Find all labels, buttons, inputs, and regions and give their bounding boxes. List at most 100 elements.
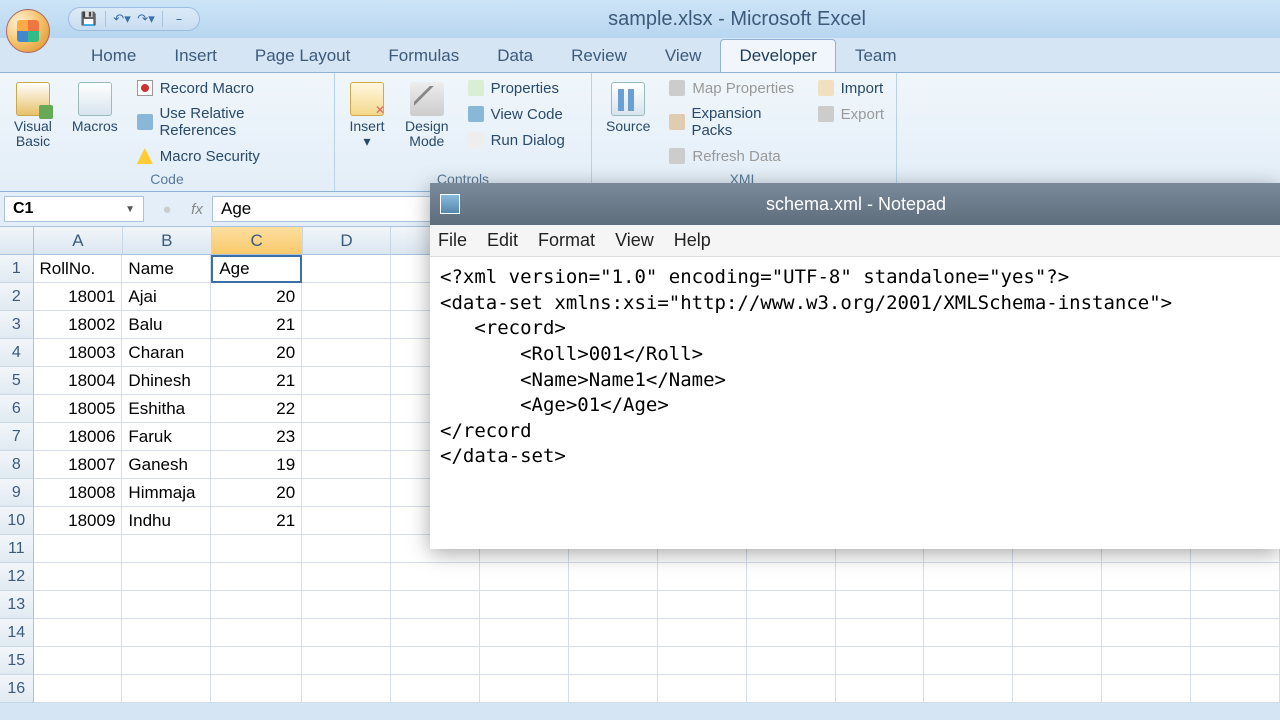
cell[interactable]: 18001 bbox=[34, 283, 123, 311]
cell[interactable] bbox=[747, 619, 836, 647]
use-relative-references-button[interactable]: Use Relative References bbox=[132, 103, 326, 141]
column-header[interactable]: B bbox=[123, 227, 212, 255]
cell[interactable] bbox=[302, 619, 391, 647]
name-box[interactable]: C1 ▼ bbox=[4, 196, 144, 222]
source-button[interactable]: Source bbox=[600, 77, 656, 167]
cell[interactable]: Charan bbox=[122, 339, 211, 367]
cell[interactable] bbox=[211, 535, 302, 563]
cell[interactable] bbox=[747, 647, 836, 675]
notepad-menu-format[interactable]: Format bbox=[538, 230, 595, 251]
cell[interactable] bbox=[836, 563, 925, 591]
cell[interactable] bbox=[924, 675, 1013, 703]
cell[interactable] bbox=[1102, 563, 1191, 591]
notepad-content[interactable]: <?xml version="1.0" encoding="UTF-8" sta… bbox=[430, 257, 1280, 478]
cell[interactable]: 18005 bbox=[34, 395, 123, 423]
cell[interactable] bbox=[924, 619, 1013, 647]
row-header[interactable]: 9 bbox=[0, 479, 34, 507]
cell[interactable] bbox=[122, 535, 211, 563]
cell[interactable] bbox=[569, 675, 658, 703]
cell[interactable] bbox=[1102, 591, 1191, 619]
cell[interactable] bbox=[391, 675, 480, 703]
cell[interactable] bbox=[747, 591, 836, 619]
cell[interactable] bbox=[1013, 591, 1102, 619]
cell[interactable]: Balu bbox=[122, 311, 211, 339]
cell[interactable] bbox=[211, 619, 302, 647]
cell[interactable] bbox=[1191, 563, 1280, 591]
cell[interactable]: Indhu bbox=[122, 507, 211, 535]
cell[interactable]: 23 bbox=[211, 423, 302, 451]
cell[interactable] bbox=[302, 339, 391, 367]
name-box-dropdown-icon[interactable]: ▼ bbox=[125, 204, 135, 215]
import-button[interactable]: Import bbox=[813, 77, 888, 99]
row-header[interactable]: 2 bbox=[0, 283, 34, 311]
cell[interactable]: 18003 bbox=[34, 339, 123, 367]
cell[interactable] bbox=[122, 563, 211, 591]
tab-developer[interactable]: Developer bbox=[720, 39, 836, 72]
office-button[interactable] bbox=[6, 9, 50, 53]
cell[interactable] bbox=[302, 535, 391, 563]
notepad-menu-view[interactable]: View bbox=[615, 230, 654, 251]
cell[interactable] bbox=[924, 591, 1013, 619]
cell[interactable] bbox=[480, 591, 569, 619]
row-header[interactable]: 8 bbox=[0, 451, 34, 479]
cell[interactable] bbox=[658, 591, 747, 619]
cell[interactable] bbox=[569, 647, 658, 675]
tab-home[interactable]: Home bbox=[72, 39, 155, 72]
cell[interactable]: Age bbox=[211, 255, 302, 283]
export-button[interactable]: Export bbox=[813, 103, 888, 125]
cell[interactable] bbox=[122, 675, 211, 703]
select-all-corner[interactable] bbox=[0, 227, 34, 255]
row-header[interactable]: 6 bbox=[0, 395, 34, 423]
cell[interactable] bbox=[302, 255, 391, 283]
row-header[interactable]: 5 bbox=[0, 367, 34, 395]
cell[interactable] bbox=[302, 647, 391, 675]
column-header[interactable]: A bbox=[34, 227, 123, 255]
cell[interactable] bbox=[302, 675, 391, 703]
cell[interactable] bbox=[1013, 619, 1102, 647]
cell[interactable]: 18009 bbox=[34, 507, 123, 535]
row-header[interactable]: 7 bbox=[0, 423, 34, 451]
fx-icon[interactable]: fx bbox=[182, 201, 212, 218]
cell[interactable] bbox=[1102, 675, 1191, 703]
cell[interactable] bbox=[302, 283, 391, 311]
cell[interactable] bbox=[658, 563, 747, 591]
cell[interactable] bbox=[211, 647, 302, 675]
cell[interactable] bbox=[569, 591, 658, 619]
cell[interactable] bbox=[658, 619, 747, 647]
cell[interactable] bbox=[747, 563, 836, 591]
properties-button[interactable]: Properties bbox=[463, 77, 569, 99]
cell[interactable] bbox=[836, 591, 925, 619]
cell[interactable] bbox=[1191, 675, 1280, 703]
row-header[interactable]: 16 bbox=[0, 675, 34, 703]
cell[interactable]: Name bbox=[122, 255, 211, 283]
cell[interactable]: 19 bbox=[211, 451, 302, 479]
notepad-menu-edit[interactable]: Edit bbox=[487, 230, 518, 251]
tab-team[interactable]: Team bbox=[836, 39, 916, 72]
cell[interactable] bbox=[302, 311, 391, 339]
macros-button[interactable]: Macros bbox=[66, 77, 124, 167]
tab-formulas[interactable]: Formulas bbox=[369, 39, 478, 72]
row-header[interactable]: 1 bbox=[0, 255, 34, 283]
insert-button[interactable]: Insert▾ bbox=[343, 77, 391, 154]
cell[interactable] bbox=[480, 563, 569, 591]
cell[interactable]: 20 bbox=[211, 479, 302, 507]
cell[interactable]: 20 bbox=[211, 283, 302, 311]
row-header[interactable]: 11 bbox=[0, 535, 34, 563]
cell[interactable] bbox=[302, 367, 391, 395]
row-header[interactable]: 15 bbox=[0, 647, 34, 675]
cell[interactable] bbox=[747, 675, 836, 703]
cell[interactable] bbox=[391, 591, 480, 619]
cancel-icon[interactable]: ● bbox=[152, 201, 182, 218]
cell[interactable] bbox=[302, 395, 391, 423]
cell[interactable] bbox=[480, 647, 569, 675]
cell[interactable] bbox=[302, 507, 391, 535]
cell[interactable] bbox=[836, 619, 925, 647]
run-dialog-button[interactable]: Run Dialog bbox=[463, 129, 569, 151]
tab-view[interactable]: View bbox=[646, 39, 721, 72]
row-header[interactable]: 10 bbox=[0, 507, 34, 535]
cell[interactable]: 22 bbox=[211, 395, 302, 423]
cell[interactable]: 18008 bbox=[34, 479, 123, 507]
row-header[interactable]: 14 bbox=[0, 619, 34, 647]
cell[interactable] bbox=[480, 675, 569, 703]
cell[interactable]: Ajai bbox=[122, 283, 211, 311]
